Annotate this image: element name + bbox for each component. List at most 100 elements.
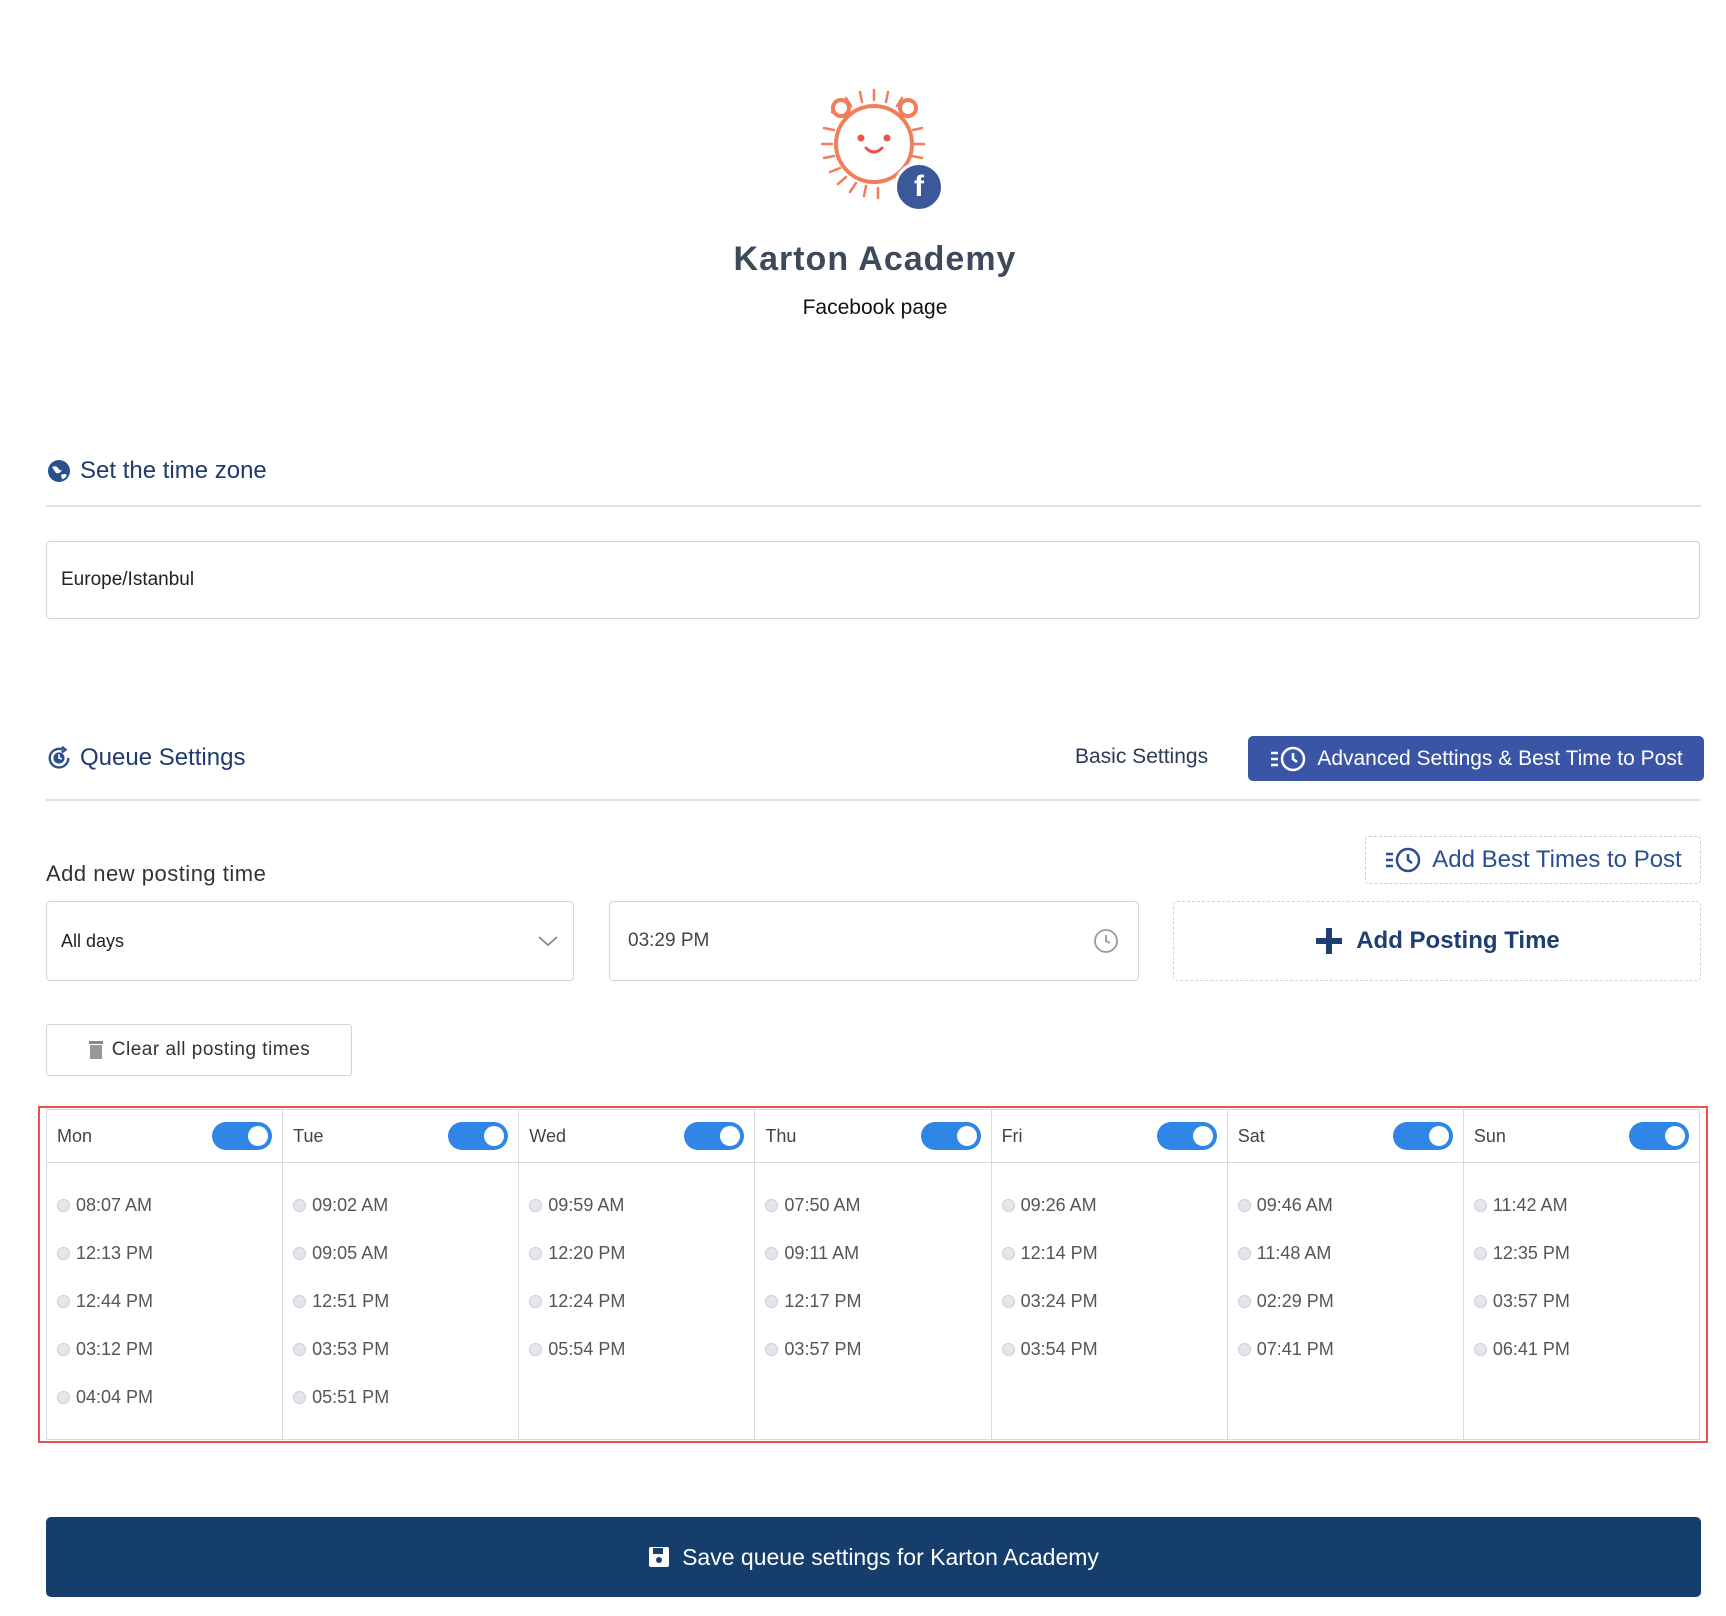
time-slot[interactable]: 09:26 AM (992, 1181, 1227, 1229)
add-best-times-button[interactable]: Add Best Times to Post (1365, 836, 1701, 884)
profile-name: Karton Academy (733, 240, 1017, 278)
day-label: Sun (1473, 1125, 1506, 1146)
time-slot[interactable]: 07:50 AM (755, 1181, 990, 1229)
time-slot-label: 04:04 PM (76, 1386, 154, 1407)
day-label: Sat (1237, 1125, 1265, 1146)
day-column-mon: Mon 08:07 AM 12:13 PM 12:44 PM 03:12 PM 04:04… (47, 1110, 284, 1439)
divider (46, 505, 1701, 507)
schedule-clock-icon (1271, 746, 1306, 771)
time-slot[interactable]: 06:41 PM (1464, 1325, 1699, 1373)
queue-section-title: Queue Settings (46, 744, 245, 772)
time-slot[interactable]: 03:54 PM (992, 1325, 1227, 1373)
time-slot[interactable]: 03:12 PM (47, 1325, 282, 1373)
save-queue-button[interactable]: Save queue settings for Karton Academy (46, 1517, 1701, 1597)
clock-icon (293, 1294, 307, 1308)
time-slot-label: 12:13 PM (76, 1242, 154, 1263)
clock-icon (1094, 929, 1118, 953)
trash-icon (88, 1041, 103, 1059)
schedule-clock-icon (1386, 847, 1421, 873)
time-slot-label: 12:17 PM (784, 1290, 862, 1311)
time-slot[interactable]: 03:57 PM (1464, 1277, 1699, 1325)
day-toggle-fri[interactable] (1156, 1122, 1217, 1150)
clock-icon (529, 1342, 543, 1356)
day-toggle-sun[interactable] (1628, 1122, 1689, 1150)
clock-icon (1237, 1342, 1251, 1356)
time-slot[interactable]: 11:42 AM (1464, 1181, 1699, 1229)
day-label: Thu (765, 1125, 797, 1146)
time-slot[interactable]: 03:53 PM (283, 1325, 518, 1373)
time-slot[interactable]: 09:11 AM (755, 1229, 990, 1277)
time-slot-label: 09:26 AM (1020, 1194, 1097, 1215)
day-column-sun: Sun 11:42 AM 12:35 PM 03:57 PM 06:41 PM (1463, 1110, 1699, 1439)
time-slot[interactable]: 09:46 AM (1228, 1181, 1463, 1229)
save-queue-label: Save queue settings for Karton Academy (682, 1543, 1099, 1570)
time-slot[interactable]: 09:59 AM (519, 1181, 754, 1229)
weekly-schedule: Mon 08:07 AM 12:13 PM 12:44 PM 03:12 PM 04:04… (46, 1109, 1700, 1440)
time-slot-label: 03:24 PM (1020, 1290, 1098, 1311)
clock-icon (529, 1246, 543, 1260)
time-slot[interactable]: 12:24 PM (519, 1277, 754, 1325)
day-toggle-tue[interactable] (448, 1122, 509, 1150)
time-slot-label: 03:54 PM (1020, 1338, 1098, 1359)
time-slot[interactable]: 12:13 PM (47, 1229, 282, 1277)
day-toggle-thu[interactable] (920, 1122, 981, 1150)
time-slot-label: 11:48 AM (1256, 1242, 1332, 1263)
time-slot-label: 12:44 PM (76, 1290, 154, 1311)
time-slot[interactable]: 12:20 PM (519, 1229, 754, 1277)
day-header: Tue (283, 1110, 519, 1163)
clock-icon (1001, 1294, 1015, 1308)
time-slot-label: 07:41 PM (1256, 1338, 1334, 1359)
time-slot[interactable]: 12:44 PM (47, 1277, 282, 1325)
day-label: Tue (293, 1125, 324, 1146)
time-slot-label: 12:24 PM (548, 1290, 626, 1311)
clock-icon (1001, 1246, 1015, 1260)
time-slot[interactable]: 12:35 PM (1464, 1229, 1699, 1277)
time-slot-label: 09:05 AM (312, 1242, 389, 1263)
time-slot[interactable]: 12:17 PM (755, 1277, 990, 1325)
time-slot[interactable]: 08:07 AM (47, 1181, 282, 1229)
time-slot-label: 09:02 AM (312, 1194, 389, 1215)
time-slot[interactable]: 12:14 PM (992, 1229, 1227, 1277)
basic-settings-tab[interactable]: Basic Settings (1075, 745, 1208, 769)
globe-icon (48, 460, 70, 482)
day-select[interactable]: All days (46, 901, 574, 981)
clock-icon (529, 1198, 543, 1212)
day-label: Mon (57, 1125, 93, 1146)
timezone-field[interactable]: Europe/Istanbul (46, 541, 1700, 619)
time-slot-label: 05:54 PM (548, 1338, 626, 1359)
day-toggle-sat[interactable] (1392, 1122, 1453, 1150)
advanced-settings-label: Advanced Settings & Best Time to Post (1317, 746, 1683, 770)
clear-all-button[interactable]: Clear all posting times (46, 1024, 352, 1076)
time-slot[interactable]: 09:02 AM (283, 1181, 518, 1229)
queue-title: Queue Settings (80, 744, 246, 771)
clock-icon (293, 1342, 307, 1356)
day-toggle-mon[interactable] (212, 1122, 273, 1150)
time-slot[interactable]: 03:57 PM (755, 1325, 990, 1373)
clock-icon (293, 1390, 307, 1404)
time-slot[interactable]: 04:04 PM (47, 1373, 282, 1421)
add-posting-time-button[interactable]: Add Posting Time (1173, 901, 1701, 981)
time-slot[interactable]: 05:54 PM (519, 1325, 754, 1373)
day-column-tue: Tue 09:02 AM 09:05 AM 12:51 PM 03:53 PM 05:51… (283, 1110, 520, 1439)
day-toggle-wed[interactable] (684, 1122, 745, 1150)
clock-icon (765, 1342, 779, 1356)
clock-icon (765, 1198, 779, 1212)
time-slot[interactable]: 11:48 AM (1228, 1229, 1463, 1277)
time-slot[interactable]: 03:24 PM (992, 1277, 1227, 1325)
time-slot-label: 03:57 PM (784, 1338, 862, 1359)
advanced-settings-tab[interactable]: Advanced Settings & Best Time to Post (1248, 736, 1704, 781)
time-slot[interactable]: 05:51 PM (283, 1373, 518, 1421)
time-slot[interactable]: 02:29 PM (1228, 1277, 1463, 1325)
time-slot-label: 07:50 AM (784, 1194, 861, 1215)
clock-icon (57, 1198, 70, 1212)
time-slot[interactable]: 09:05 AM (283, 1229, 518, 1277)
time-slot-label: 12:35 PM (1492, 1242, 1570, 1263)
time-slot[interactable]: 12:51 PM (283, 1277, 518, 1325)
time-slot-label: 05:51 PM (312, 1386, 390, 1407)
day-select-value: All days (61, 930, 125, 951)
time-slot[interactable]: 07:41 PM (1228, 1325, 1463, 1373)
clock-icon (57, 1342, 70, 1356)
clock-icon (1001, 1198, 1015, 1212)
time-input[interactable]: 03:29 PM (609, 901, 1139, 981)
timezone-section-title: Set the time zone (46, 457, 267, 485)
